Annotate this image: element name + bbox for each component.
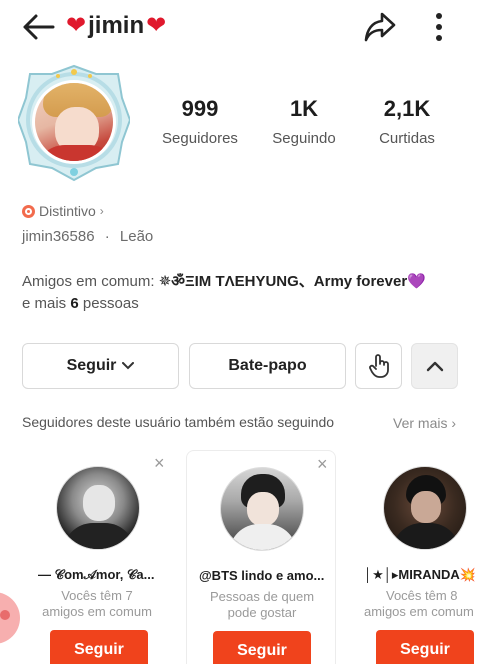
suggestion-avatar — [56, 466, 140, 550]
desc-line: Vocês têm 7 — [61, 588, 133, 603]
desc-line: Vocês têm 8 — [386, 588, 458, 603]
stat-likes[interactable]: 2,1K Curtidas — [366, 96, 448, 147]
avatar-photo — [32, 80, 116, 164]
suggestion-avatar — [220, 467, 304, 551]
avatar-shirt — [63, 523, 135, 549]
chat-label: Bate-papo — [228, 357, 307, 374]
see-more-link[interactable]: Ver mais › — [393, 415, 456, 431]
heart-icon: ❤ — [66, 12, 87, 39]
avatar-face — [83, 485, 115, 521]
zodiac-sign: Leão — [119, 228, 154, 245]
arrow-left-icon — [23, 14, 55, 40]
share-button[interactable] — [360, 8, 400, 46]
desc-line: pode gostar — [227, 605, 297, 620]
more-options-button[interactable] — [424, 8, 454, 46]
poke-button[interactable] — [355, 343, 402, 389]
heart-icon: ❤ — [146, 12, 167, 39]
suggestion-follow-button[interactable]: Seguir — [376, 630, 474, 664]
chevron-right-icon: › — [451, 415, 457, 431]
page-title: ❤ jimin ❤ — [66, 12, 166, 40]
desc-line: amigos em comum — [42, 604, 152, 619]
chevron-down-icon — [122, 362, 135, 370]
avatar-shirt — [392, 523, 460, 549]
chevron-up-icon — [426, 361, 443, 371]
see-more-label: Ver mais — [393, 415, 448, 431]
floating-assistant-bubble[interactable] — [0, 592, 20, 644]
suggestion-description: Vocês têm 8 amigos em comum — [364, 588, 480, 620]
suggestion-avatar — [383, 466, 467, 550]
suggestion-name: @BTS lindo e amo... — [199, 568, 325, 583]
mutual-suffix-start: e mais — [22, 295, 67, 312]
mutual-suffix-end: pessoas — [82, 295, 139, 312]
avatar-face — [247, 492, 279, 526]
profile-name: jimin — [88, 12, 145, 39]
mutual-prefix: Amigos em comum: — [22, 273, 155, 290]
chevron-right-icon: › — [99, 204, 104, 218]
suggestion-name: │★│▸MIRANDA💥 — [364, 567, 476, 582]
follow-button[interactable]: Seguir — [22, 343, 179, 389]
following-count: 1K — [289, 96, 319, 121]
user-handle: jimin36586 — [22, 228, 95, 245]
suggestions-title: Seguidores deste usuário também estão se… — [22, 414, 335, 430]
suggestion-card[interactable]: × @BTS lindo e amo... Pessoas de quem po… — [186, 450, 336, 664]
hand-pointer-icon — [368, 354, 389, 378]
mutual-count: 6 — [70, 295, 79, 312]
follow-label: Seguir — [66, 357, 117, 374]
likes-count: 2,1K — [383, 96, 431, 121]
profile-avatar[interactable] — [18, 64, 130, 182]
vertical-dots-icon — [436, 13, 442, 41]
collapse-suggestions-button[interactable] — [411, 343, 458, 389]
suggestion-name: — 𝒞om𝒜mor, 𝒞a... — [38, 567, 155, 582]
suggestion-follow-button[interactable]: Seguir — [213, 631, 311, 664]
likes-label: Curtidas — [379, 130, 435, 147]
badge-link[interactable]: Distintivo › — [22, 203, 104, 219]
avatar-face — [411, 491, 441, 523]
close-icon[interactable]: × — [317, 455, 328, 473]
user-info: jimin36586 · Leão — [22, 228, 153, 245]
chat-button[interactable]: Bate-papo — [189, 343, 346, 389]
badge-label: Distintivo — [39, 203, 96, 219]
suggestion-description: Pessoas de quem pode gostar — [187, 589, 335, 621]
desc-line: Pessoas de quem — [209, 589, 315, 604]
suggestion-follow-button[interactable]: Seguir — [50, 630, 148, 664]
stat-following[interactable]: 1K Seguindo — [262, 96, 346, 147]
followers-count: 999 — [181, 96, 219, 121]
followers-label: Seguidores — [162, 130, 238, 147]
separator: · — [104, 228, 110, 245]
suggestion-description: Vocês têm 7 amigos em comum — [22, 588, 172, 620]
mutual-names: ✵ॐΞIM TΛEHYUNG、Army forever💜 — [158, 273, 426, 290]
top-bar: ❤ jimin ❤ — [0, 0, 480, 56]
avatar-shirt — [229, 524, 297, 550]
back-button[interactable] — [18, 10, 58, 44]
badge-icon — [22, 204, 35, 218]
share-arrow-icon — [364, 12, 396, 42]
mutual-friends[interactable]: Amigos em comum: ✵ॐΞIM TΛEHYUNG、Army for… — [22, 271, 462, 315]
suggestion-card[interactable]: │★│▸MIRANDA💥 Vocês têm 8 amigos em comum… — [350, 450, 480, 664]
close-icon[interactable]: × — [154, 454, 165, 472]
desc-line: amigos em comum — [364, 604, 474, 619]
stat-followers[interactable]: 999 Seguidores — [155, 96, 245, 147]
following-label: Seguindo — [272, 130, 336, 147]
suggestion-card[interactable]: × — 𝒞om𝒜mor, 𝒞a... Vocês têm 7 amigos em… — [22, 450, 172, 664]
